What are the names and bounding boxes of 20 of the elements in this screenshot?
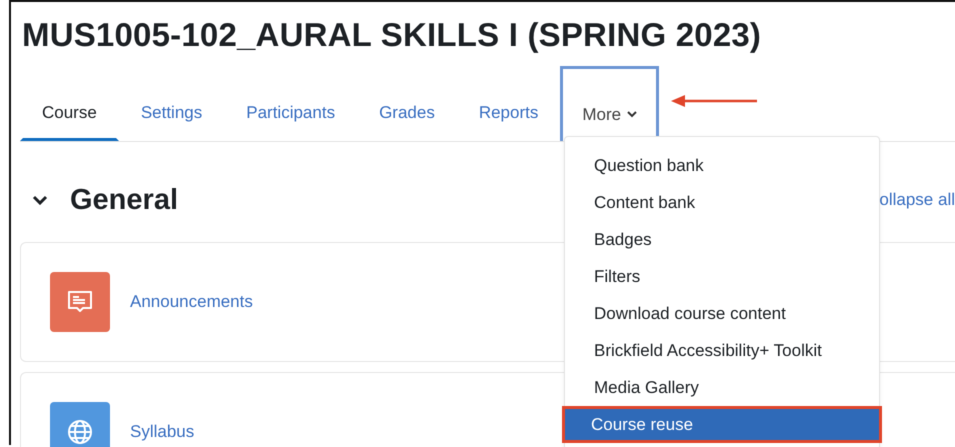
menu-item[interactable]: Course reuse (562, 406, 882, 443)
menu-item[interactable]: Media Gallery (565, 369, 879, 406)
menu-item[interactable]: Content bank (565, 184, 879, 221)
collapse-all-link[interactable]: ollapse all (879, 190, 955, 210)
chevron-down-icon[interactable] (32, 195, 48, 205)
menu-item[interactable]: Brickfield Accessibility+ Toolkit (565, 332, 879, 369)
menu-item[interactable]: Download course content (565, 295, 879, 332)
course-title: MUS1005-102_AURAL SKILLS I (SPRING 2023) (21, 15, 762, 55)
activity-link[interactable]: Announcements (130, 292, 253, 312)
chat-bubble-icon (50, 272, 110, 332)
menu-item[interactable]: Question bank (565, 147, 879, 184)
nav-tab[interactable]: Settings (118, 85, 224, 141)
nav-tab[interactable]: Reports (456, 85, 560, 141)
menu-item[interactable]: Badges (565, 221, 879, 258)
section-title: General (70, 184, 178, 216)
menu-item[interactable]: Filters (565, 258, 879, 295)
activity-link[interactable]: Syllabus (130, 422, 194, 442)
nav-tab[interactable]: Participants (224, 85, 358, 141)
nav-tab[interactable]: Course (20, 85, 119, 141)
nav-tab[interactable]: Grades (357, 85, 457, 141)
